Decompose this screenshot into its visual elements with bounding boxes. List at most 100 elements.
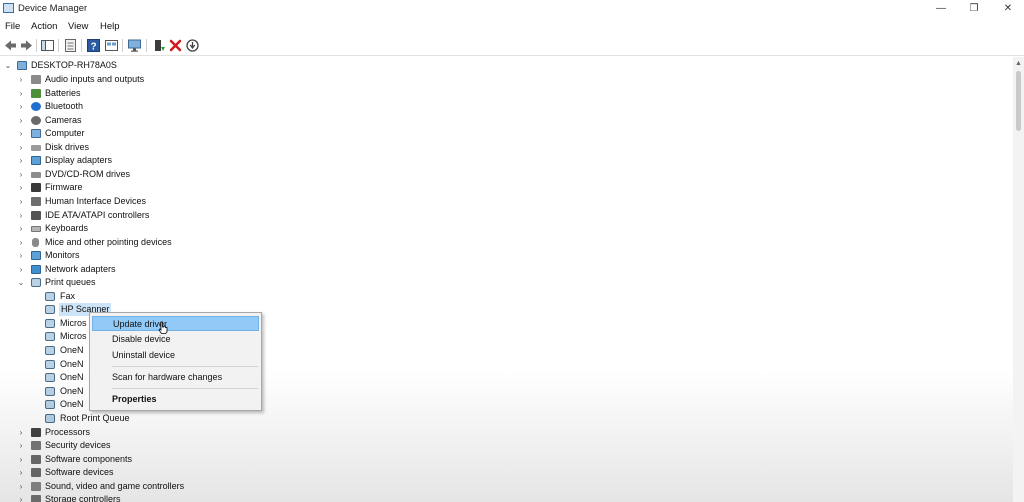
tree-item-hid[interactable]: › Human Interface Devices: [0, 195, 300, 208]
tree-item-bluetooth[interactable]: › Bluetooth: [0, 100, 300, 113]
menu-bar: File Action View Help: [0, 18, 1024, 35]
context-item-uninstall-device[interactable]: Uninstall device: [92, 348, 259, 363]
close-button[interactable]: ✕: [992, 0, 1024, 18]
tree-item-dvd[interactable]: › DVD/CD-ROM drives: [0, 168, 300, 181]
processor-icon: [31, 428, 41, 437]
printer-icon: [45, 332, 55, 341]
tree-item-label: Sound, video and game controllers: [45, 481, 185, 491]
scan-icon[interactable]: [185, 38, 200, 53]
show-hide-console-tree-icon[interactable]: [40, 38, 55, 53]
chevron-right-icon[interactable]: ›: [17, 222, 25, 235]
maximize-button[interactable]: ❐: [958, 0, 990, 18]
security-icon: [31, 441, 41, 450]
tree-item-network[interactable]: › Network adapters: [0, 263, 300, 276]
view-icon[interactable]: [104, 38, 119, 53]
tree-item-print-queues[interactable]: ⌄ Print queues: [0, 276, 300, 289]
tree-item-ide[interactable]: › IDE ATA/ATAPI controllers: [0, 209, 300, 222]
tree-item-software-components[interactable]: › Software components: [0, 453, 300, 466]
tree-item-monitors[interactable]: › Monitors: [0, 249, 300, 262]
storage-icon: [31, 495, 41, 502]
tree-item-cameras[interactable]: › Cameras: [0, 114, 300, 127]
chevron-right-icon[interactable]: ›: [17, 114, 25, 127]
chevron-right-icon[interactable]: ›: [17, 439, 25, 452]
context-item-scan-hardware[interactable]: Scan for hardware changes: [92, 370, 259, 385]
chevron-right-icon[interactable]: ›: [17, 249, 25, 262]
device-tree[interactable]: ⌄ DESKTOP-RH78A0S › Audio inputs and out…: [0, 57, 1013, 502]
menu-action[interactable]: Action: [31, 21, 57, 32]
chevron-right-icon[interactable]: ›: [17, 236, 25, 249]
chevron-right-icon[interactable]: ›: [17, 87, 25, 100]
tree-item-root-print-queue[interactable]: Root Print Queue: [0, 412, 300, 425]
tree-item-storage-controllers[interactable]: › Storage controllers: [0, 493, 300, 502]
chevron-right-icon[interactable]: ›: [17, 141, 25, 154]
tree-item-fax[interactable]: Fax: [0, 290, 300, 303]
forward-icon[interactable]: [19, 38, 34, 53]
chevron-right-icon[interactable]: ›: [17, 181, 25, 194]
tree-item-software-devices[interactable]: › Software devices: [0, 466, 300, 479]
tree-item-security-devices[interactable]: › Security devices: [0, 439, 300, 452]
printer-icon: [45, 360, 55, 369]
chevron-right-icon[interactable]: ›: [17, 493, 25, 502]
printer-icon: [45, 305, 55, 314]
tree-item-keyboards[interactable]: › Keyboards: [0, 222, 300, 235]
printer-icon: [45, 400, 55, 409]
help-icon[interactable]: ?: [86, 38, 101, 53]
chevron-down-icon[interactable]: ⌄: [17, 276, 25, 289]
tree-item-disk-drives[interactable]: › Disk drives: [0, 141, 300, 154]
monitor-icon[interactable]: [127, 38, 142, 53]
tree-item-mice[interactable]: › Mice and other pointing devices: [0, 236, 300, 249]
vertical-scrollbar[interactable]: ▲: [1013, 57, 1024, 502]
context-item-update-driver[interactable]: Update driver: [92, 316, 259, 331]
context-item-properties[interactable]: Properties: [92, 392, 259, 407]
computer-icon: [31, 129, 41, 138]
tree-item-label: Security devices: [45, 440, 111, 450]
scroll-up-icon[interactable]: ▲: [1015, 60, 1022, 67]
chevron-down-icon[interactable]: ⌄: [4, 59, 12, 72]
tree-item-computer[interactable]: › Computer: [0, 127, 300, 140]
chevron-right-icon[interactable]: ›: [17, 154, 25, 167]
chevron-right-icon[interactable]: ›: [17, 127, 25, 140]
chevron-right-icon[interactable]: ›: [17, 168, 25, 181]
tree-item-processors[interactable]: › Processors: [0, 426, 300, 439]
chevron-right-icon[interactable]: ›: [17, 466, 25, 479]
properties-icon[interactable]: [63, 38, 78, 53]
update-driver-icon[interactable]: [152, 38, 167, 53]
tree-item-label: Monitors: [45, 250, 80, 260]
tree-item-display-adapters[interactable]: › Display adapters: [0, 154, 300, 167]
tree-item-label: Firmware: [45, 182, 83, 192]
tree-item-label: Storage controllers: [45, 494, 121, 502]
ide-icon: [31, 211, 41, 220]
chevron-right-icon[interactable]: ›: [17, 100, 25, 113]
menu-view[interactable]: View: [68, 21, 88, 32]
toolbar-separator: [58, 39, 59, 52]
tree-item-label: Audio inputs and outputs: [45, 74, 145, 84]
title-bar: Device Manager — ❐ ✕: [0, 0, 1024, 18]
minimize-button[interactable]: —: [925, 0, 957, 18]
printer-icon: [45, 387, 55, 396]
tree-root[interactable]: ⌄ DESKTOP-RH78A0S: [0, 59, 200, 72]
tree-item-sound-video[interactable]: › Sound, video and game controllers: [0, 480, 300, 493]
tree-item-label: Network adapters: [45, 264, 116, 274]
chevron-right-icon[interactable]: ›: [17, 426, 25, 439]
window-title: Device Manager: [18, 3, 88, 14]
tree-item-audio[interactable]: › Audio inputs and outputs: [0, 73, 300, 86]
chevron-right-icon[interactable]: ›: [17, 209, 25, 222]
context-separator: [112, 388, 258, 389]
chevron-right-icon[interactable]: ›: [17, 73, 25, 86]
back-icon[interactable]: [3, 38, 18, 53]
chevron-right-icon[interactable]: ›: [17, 453, 25, 466]
tree-item-batteries[interactable]: › Batteries: [0, 87, 300, 100]
tree-item-label: OneN: [60, 345, 84, 355]
scroll-thumb[interactable]: [1016, 71, 1021, 131]
printer-icon: [31, 278, 41, 287]
chevron-right-icon[interactable]: ›: [17, 480, 25, 493]
context-item-disable-device[interactable]: Disable device: [92, 332, 259, 347]
tree-item-firmware[interactable]: › Firmware: [0, 181, 300, 194]
menu-file[interactable]: File: [5, 21, 20, 32]
tree-item-label: Fax: [60, 291, 76, 301]
uninstall-icon[interactable]: [168, 38, 183, 53]
software-icon: [31, 468, 41, 477]
chevron-right-icon[interactable]: ›: [17, 195, 25, 208]
chevron-right-icon[interactable]: ›: [17, 263, 25, 276]
menu-help[interactable]: Help: [100, 21, 120, 32]
